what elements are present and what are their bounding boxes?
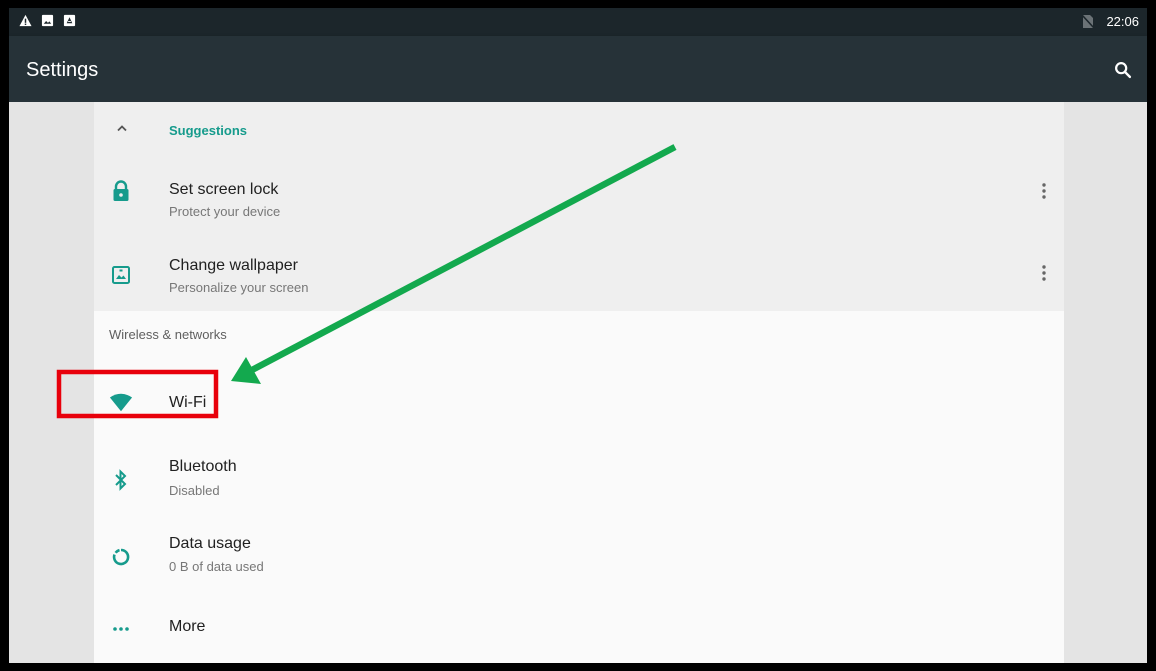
warning-icon [19,14,32,27]
status-notification-icons [19,14,76,27]
status-time: 22:06 [1106,14,1139,29]
left-gutter [9,102,94,663]
suggestions-header[interactable]: Suggestions [94,112,1064,150]
suggestion-subtitle: Protect your device [169,204,281,219]
wifi-icon [109,391,133,415]
suggestion-set-screen-lock[interactable]: Set screen lock Protect your device [94,162,1064,236]
chevron-up-icon[interactable] [114,120,130,136]
settings-item-subtitle: 0 B of data used [169,559,264,574]
suggestions-card: Suggestions Set screen lock Protect your… [94,102,1064,311]
settings-item-bluetooth[interactable]: Bluetooth Disabled [94,442,1064,518]
suggestion-title: Change wallpaper [169,257,298,274]
overflow-menu-icon[interactable] [1034,179,1054,203]
right-gutter [1064,102,1147,663]
settings-item-data-usage[interactable]: Data usage 0 B of data used [94,518,1064,595]
wireless-networks-section: Wireless & networks Wi-Fi Bluetooth Disa… [94,311,1064,663]
overflow-menu-icon[interactable] [1034,261,1054,285]
bluetooth-icon [109,468,133,492]
settings-item-title: More [169,618,206,635]
settings-item-wifi[interactable]: Wi-Fi [94,363,1064,442]
search-icon [1115,62,1132,79]
suggestion-change-wallpaper[interactable]: Change wallpaper Personalize your screen [94,236,1064,310]
settings-item-title: Data usage [169,535,251,552]
lock-icon [109,179,133,203]
page-title: Settings [26,59,99,81]
status-bar: 22:06 [9,8,1147,36]
settings-list: Suggestions Set screen lock Protect your… [94,102,1064,663]
android-icon [63,14,76,27]
settings-item-title: Wi-Fi [169,394,207,411]
more-horiz-icon [109,617,133,641]
settings-item-title: Bluetooth [169,458,237,475]
wallpaper-icon [109,263,133,287]
settings-item-more[interactable]: More [94,595,1064,663]
suggestion-title: Set screen lock [169,181,279,198]
suggestion-subtitle: Personalize your screen [169,280,309,295]
data-usage-icon [109,545,133,569]
no-sim-icon [1082,14,1095,29]
search-button[interactable] [1109,56,1137,84]
device-screen: 22:06 Settings Suggestions Set screen lo… [9,8,1147,663]
image-icon [41,14,54,27]
settings-item-subtitle: Disabled [169,483,220,498]
section-title: Wireless & networks [109,327,227,342]
suggestions-label: Suggestions [169,123,248,138]
app-bar: Settings [9,36,1147,102]
